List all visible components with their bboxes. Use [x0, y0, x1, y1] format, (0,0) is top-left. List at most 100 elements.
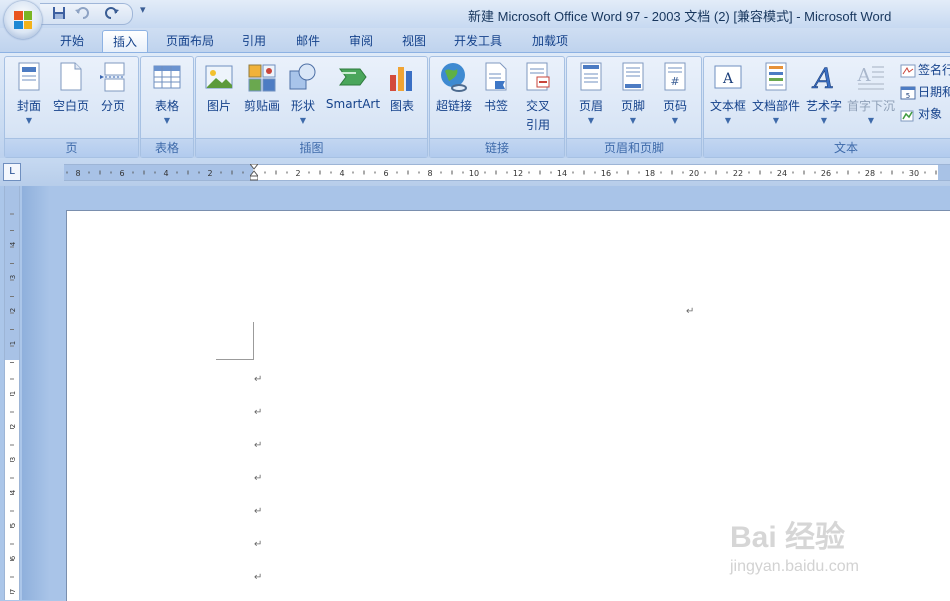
page-break-button[interactable]: 分页	[95, 61, 131, 114]
clip-art-button[interactable]: 剪贴画	[240, 61, 284, 114]
object-icon	[900, 108, 916, 122]
wordart-icon: A	[809, 61, 839, 96]
chevron-down-icon: ▼	[629, 116, 637, 125]
cross-reference-button[interactable]: 交叉 引用	[518, 61, 558, 133]
quick-parts-label: 文档部件	[751, 99, 800, 113]
ruler-tick-label: 5	[9, 523, 17, 527]
chevron-down-icon: ▼	[671, 116, 679, 125]
tab-home[interactable]: 开始	[52, 31, 92, 52]
ruler-tick-label: 1	[9, 341, 17, 345]
date-time-label: 日期和	[918, 85, 950, 99]
quick-parts-icon	[761, 61, 791, 93]
vertical-ruler[interactable]: 4 3 2 1 1 2 3 4 5 6 7	[4, 210, 20, 600]
blank-page-label: 空白页	[52, 99, 89, 113]
group-text: A 文本框 ▼ 文档部件 ▼ A 艺术字 ▼ A 首字下沉 ▼ 签名行 5 日期…	[703, 56, 950, 158]
drop-cap-label: 首字下沉	[846, 99, 895, 113]
ruler-tick-label: 12	[513, 169, 523, 178]
ruler-tick-label: 7	[9, 589, 17, 593]
page-break-icon	[98, 61, 128, 93]
ribbon-tab-bar: 开始 插入 页面布局 引用 邮件 审阅 视图 开发工具 加载项	[0, 28, 950, 54]
chart-icon	[387, 61, 417, 93]
header-button[interactable]: 页眉 ▼	[573, 61, 609, 125]
signature-line-button[interactable]: 签名行	[900, 61, 950, 78]
object-button[interactable]: 对象	[900, 105, 942, 122]
paragraph-mark: ↵	[254, 440, 263, 451]
save-icon[interactable]	[52, 6, 66, 22]
cover-page-label: 封面	[16, 99, 41, 113]
group-links-label: 链接	[430, 138, 564, 157]
tab-add-ins[interactable]: 加载项	[524, 31, 576, 52]
chevron-down-icon: ▼	[867, 116, 875, 125]
hyperlink-button[interactable]: 超链接	[434, 61, 474, 114]
text-box-label: 文本框	[709, 99, 746, 113]
chevron-down-icon: ▼	[299, 116, 307, 125]
customize-qat-button[interactable]: ▾	[140, 3, 146, 16]
date-time-button[interactable]: 5 日期和	[900, 83, 950, 100]
hyperlink-label: 超链接	[435, 99, 472, 113]
ruler-tick-label: 30	[909, 169, 919, 178]
smartart-icon	[338, 61, 368, 93]
chevron-down-icon: ▼	[820, 116, 828, 125]
quick-access-toolbar	[40, 3, 133, 25]
indent-marker-handle[interactable]	[248, 163, 260, 181]
footer-button[interactable]: 页脚 ▼	[615, 61, 651, 125]
group-links: 超链接 书签 交叉 引用 链接	[429, 56, 565, 158]
ruler-tick-label: 26	[821, 169, 831, 178]
ruler-tick-label: 4	[163, 169, 168, 178]
table-button[interactable]: 表格 ▼	[147, 61, 187, 125]
paragraph-mark: ↵	[254, 407, 263, 418]
ruler-tick-label: 4	[339, 169, 344, 178]
ruler-tick-label: 3	[9, 457, 17, 461]
tab-mailings[interactable]: 邮件	[288, 31, 328, 52]
ruler-tick-label: 4	[9, 241, 17, 246]
ruler-tick-label: 20	[689, 169, 699, 178]
redo-icon[interactable]	[104, 6, 120, 22]
blank-page-button[interactable]: 空白页	[51, 61, 91, 114]
chevron-down-icon: ▼	[772, 116, 780, 125]
ruler-tick-label: 1	[9, 391, 17, 395]
chevron-down-icon: ▼	[724, 116, 732, 125]
undo-icon[interactable]	[74, 6, 92, 22]
margin-crop-mark	[216, 359, 254, 360]
office-button[interactable]	[4, 1, 42, 39]
tab-developer[interactable]: 开发工具	[446, 31, 510, 52]
ruler-tick-label: 3	[9, 275, 17, 279]
shapes-label: 形状	[290, 99, 315, 113]
footer-label: 页脚	[620, 99, 645, 113]
cover-page-button[interactable]: 封面 ▼	[9, 61, 49, 125]
ribbon: 封面 ▼ 空白页 分页 页 表格 ▼ 表格 图片 剪贴画 形状 ▼ SmartA…	[0, 52, 950, 159]
shapes-button[interactable]: 形状 ▼	[286, 61, 320, 125]
text-box-button[interactable]: A 文本框 ▼	[706, 61, 750, 125]
tab-review[interactable]: 审阅	[341, 31, 381, 52]
wordart-button[interactable]: A 艺术字 ▼	[802, 61, 846, 125]
calendar-icon: 5	[900, 86, 916, 100]
ruler-tick-label: 16	[601, 169, 611, 178]
cross-reference-icon	[523, 61, 553, 93]
group-tables: 表格 ▼ 表格	[140, 56, 194, 158]
horizontal-ruler[interactable]: 8 6 4 2 2 4 6 8 10 12 14 16 18 20 22 24 26 28 30	[64, 163, 950, 181]
svg-text:5: 5	[906, 92, 910, 100]
tab-view[interactable]: 视图	[394, 31, 434, 52]
office-logo-icon	[14, 11, 32, 29]
tab-selector-button[interactable]: L	[3, 163, 21, 181]
ruler-tick-label: 18	[645, 169, 655, 178]
smartart-button[interactable]: SmartArt	[324, 61, 382, 111]
tab-references[interactable]: 引用	[234, 31, 274, 52]
ruler-tick-label: 2	[295, 169, 300, 178]
ruler-tick-label: 10	[469, 169, 479, 178]
drop-cap-button[interactable]: A 首字下沉 ▼	[846, 61, 896, 125]
page-break-label: 分页	[100, 99, 125, 113]
group-illustrations-label: 插图	[196, 138, 427, 157]
page-number-icon: #	[660, 61, 690, 93]
chart-button[interactable]: 图表	[384, 61, 420, 114]
bookmark-button[interactable]: 书签	[478, 61, 514, 114]
quick-parts-button[interactable]: 文档部件 ▼	[750, 61, 802, 125]
tab-insert[interactable]: 插入	[102, 30, 148, 54]
window-title: 新建 Microsoft Office Word 97 - 2003 文档 (2…	[468, 9, 892, 24]
hyperlink-icon	[439, 61, 469, 93]
cross-reference-label-2: 引用	[525, 118, 550, 132]
picture-button[interactable]: 图片	[202, 61, 236, 114]
tab-page-layout[interactable]: 页面布局	[158, 31, 222, 52]
page-number-button[interactable]: # 页码 ▼	[657, 61, 693, 125]
header-icon	[576, 61, 606, 93]
